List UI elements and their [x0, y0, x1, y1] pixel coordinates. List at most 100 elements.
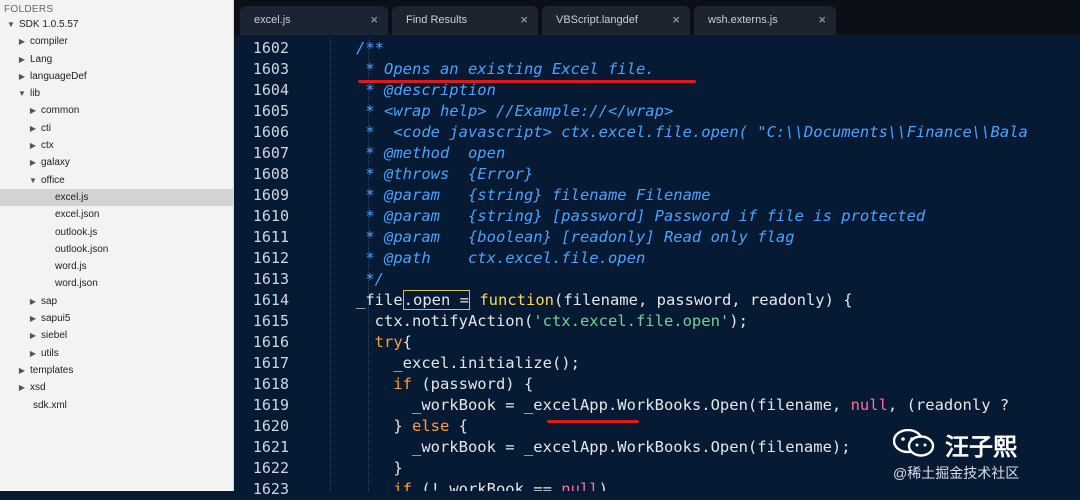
code-line: _excel.initialize(); [300, 353, 1080, 374]
expand-right-icon[interactable]: ▶ [28, 345, 38, 362]
code-line: /** [300, 38, 1080, 59]
tab-bar: excel.js × Find Results × VBScript.langd… [234, 0, 1080, 35]
tree-item[interactable]: ▶ galaxy [0, 154, 233, 171]
tree-item-label: xsd [30, 382, 46, 394]
code-line: * @param {boolean} [readonly] Read only … [300, 227, 1080, 248]
tree-item-label: sap [41, 295, 58, 307]
expand-right-icon[interactable]: ▶ [28, 310, 38, 327]
tree-item[interactable]: ▶ sapui5 [0, 310, 233, 327]
tree-item[interactable]: outlook.js [0, 224, 233, 241]
expand-right-icon[interactable]: ▶ [28, 154, 38, 171]
tree-item-label: cti [41, 122, 51, 134]
close-icon[interactable]: × [818, 12, 826, 27]
code-line: * @param {string} [password] Password if… [300, 206, 1080, 227]
tree-item-label: word.json [55, 278, 98, 290]
tree-item[interactable]: ▼ SDK 1.0.5.57 [0, 16, 233, 33]
tree-item[interactable]: ▶ utils [0, 345, 233, 362]
watermark: 汪子熙 @稀土掘金技术社区 [893, 421, 1068, 483]
tree-item[interactable]: ▶ xsd [0, 379, 233, 396]
tree-item[interactable]: excel.json [0, 206, 233, 223]
tree-item[interactable]: ▼ lib [0, 85, 233, 102]
code-token: ctx.notifyAction( [300, 312, 534, 330]
code-token: (filename, password, readonly) { [553, 291, 853, 309]
tree-item[interactable]: ▶ templates [0, 362, 233, 379]
tree-item-label: excel.js [55, 191, 89, 203]
tree-item[interactable]: ▶ compiler [0, 33, 233, 50]
line-number: 1605 [252, 102, 289, 120]
tree-item-label: outlook.json [55, 243, 109, 255]
expand-right-icon[interactable]: ▶ [17, 68, 27, 85]
code-token: * Opens an existing Excel file. [300, 60, 655, 78]
tab-find-results[interactable]: Find Results × [392, 6, 538, 35]
expand-right-icon[interactable]: ▶ [17, 51, 27, 68]
code-line: try{ [300, 332, 1080, 353]
code-token: (password) { [411, 375, 534, 393]
code-token: null [850, 396, 888, 414]
code-line: * <code javascript> ctx.excel.file.open(… [300, 122, 1080, 143]
tree-item[interactable]: ▶ siebel [0, 327, 233, 344]
code-line: * @description [300, 80, 1080, 101]
tree-item-label: sapui5 [41, 313, 71, 325]
tab-excel-js[interactable]: excel.js × [240, 6, 388, 35]
code-line: if (password) { [300, 374, 1080, 395]
expand-right-icon[interactable]: ▶ [28, 137, 38, 154]
tree-item[interactable]: word.js [0, 258, 233, 275]
tab-vbscript-langdef[interactable]: VBScript.langdef × [542, 6, 690, 35]
code-token: } [300, 417, 412, 435]
code-line: * <wrap help> //Example://</wrap> [300, 101, 1080, 122]
tree-item[interactable]: ▶ common [0, 102, 233, 119]
tab-wsh-externs-js[interactable]: wsh.externs.js × [694, 6, 836, 35]
line-number: 1610 [252, 207, 289, 225]
code-token: } [300, 459, 403, 477]
code-token: if [300, 375, 412, 393]
folders-header: FOLDERS [4, 4, 54, 15]
close-icon[interactable]: × [520, 12, 528, 27]
watermark-name: 汪子熙 [945, 434, 1017, 461]
expand-right-icon[interactable]: ▶ [17, 379, 27, 396]
tree-item[interactable]: ▶ ctx [0, 137, 233, 154]
line-number: 1620 [252, 417, 289, 435]
tree-item[interactable]: ▼ office [0, 172, 233, 189]
line-number: 1603 [252, 60, 289, 78]
line-number: 1611 [252, 228, 289, 246]
tree-item[interactable]: word.json [0, 275, 233, 292]
line-number: 1615 [252, 312, 289, 330]
expand-right-icon[interactable]: ▶ [17, 362, 27, 379]
editor: excel.js × Find Results × VBScript.langd… [234, 0, 1080, 498]
code-line: _workBook = _excelApp.WorkBooks.Open(fil… [300, 395, 1080, 416]
tree-item-label: languageDef [30, 70, 87, 82]
tree-item-label: lib [30, 88, 41, 100]
code-token: { [449, 417, 468, 435]
expand-right-icon[interactable]: ▶ [28, 293, 38, 310]
tree-item[interactable]: excel.js [0, 188, 233, 207]
line-number: 1614 [252, 291, 289, 309]
line-number: 1619 [252, 396, 289, 414]
tab-label: excel.js [254, 14, 291, 26]
expand-right-icon[interactable]: ▶ [28, 120, 38, 137]
code-token: _excel.initialize(); [300, 354, 580, 372]
code-token: else [411, 417, 450, 435]
tree-item-label: common [41, 105, 80, 117]
watermark-subtitle: @稀土掘金技术社区 [893, 465, 1020, 481]
expand-right-icon[interactable]: ▶ [28, 327, 38, 344]
line-number: 1606 [252, 123, 289, 141]
tree-item[interactable]: outlook.json [0, 241, 233, 258]
wechat-icon [893, 429, 935, 457]
expand-down-icon[interactable]: ▼ [17, 85, 27, 102]
code-token: ); [729, 312, 748, 330]
close-icon[interactable]: × [672, 12, 680, 27]
tree-item[interactable]: ▶ sap [0, 293, 233, 310]
tree-item[interactable]: sdk.xml [0, 397, 233, 414]
expand-right-icon[interactable]: ▶ [28, 102, 38, 119]
code-token: * @param {string} [password] Password if… [300, 207, 926, 225]
tree-item[interactable]: ▶ cti [0, 120, 233, 137]
expand-down-icon[interactable]: ▼ [28, 172, 38, 189]
expand-right-icon[interactable]: ▶ [17, 33, 27, 50]
tree-item[interactable]: ▶ Lang [0, 51, 233, 68]
close-icon[interactable]: × [370, 12, 378, 27]
line-number: 1604 [252, 81, 289, 99]
line-number: 1613 [252, 270, 289, 288]
expand-down-icon[interactable]: ▼ [6, 16, 16, 33]
tree-item[interactable]: ▶ languageDef [0, 68, 233, 85]
